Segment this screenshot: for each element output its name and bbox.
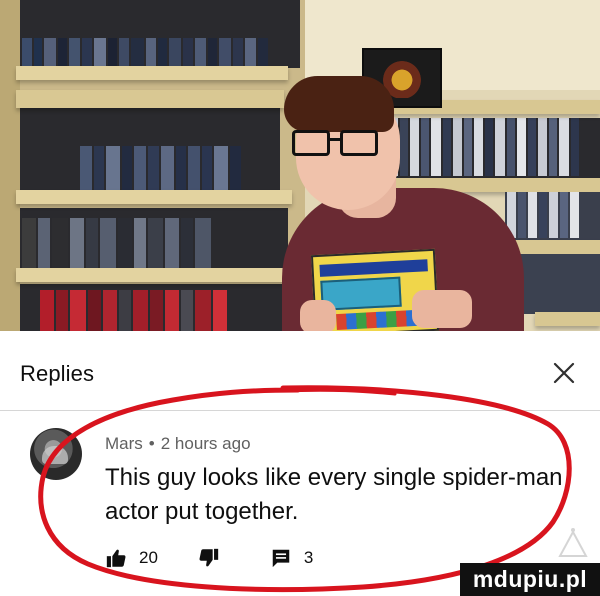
reply-button[interactable] [270, 547, 292, 569]
comment-author[interactable]: Mars [105, 434, 143, 453]
close-button[interactable] [550, 359, 578, 387]
like-count: 20 [139, 548, 158, 567]
comment-actions: 20 3 [105, 544, 313, 572]
video-frame[interactable] [0, 0, 600, 331]
hand [412, 290, 472, 328]
bookshelf [0, 0, 305, 331]
avatar[interactable] [30, 428, 82, 480]
hand [300, 300, 336, 331]
reply-count: 3 [303, 548, 314, 567]
glasses [290, 130, 386, 160]
meta-separator: • [148, 434, 155, 453]
replies-title: Replies [20, 361, 95, 386]
like-button[interactable] [105, 547, 127, 569]
comment-icon [272, 549, 290, 568]
comment-text: This guy looks like every single spider-… [105, 464, 563, 525]
comment-time: 2 hours ago [160, 434, 251, 453]
dislike-button[interactable] [198, 547, 220, 569]
comment-meta: Mars • 2 hours ago [105, 434, 251, 454]
watermark: mdupiu.pl [460, 563, 600, 596]
thumbs-up-icon [106, 549, 126, 568]
faint-logo-icon [558, 528, 588, 557]
close-icon [553, 362, 575, 384]
divider [0, 410, 600, 411]
person-hair [284, 76, 394, 132]
thumbs-down-icon [199, 548, 219, 567]
